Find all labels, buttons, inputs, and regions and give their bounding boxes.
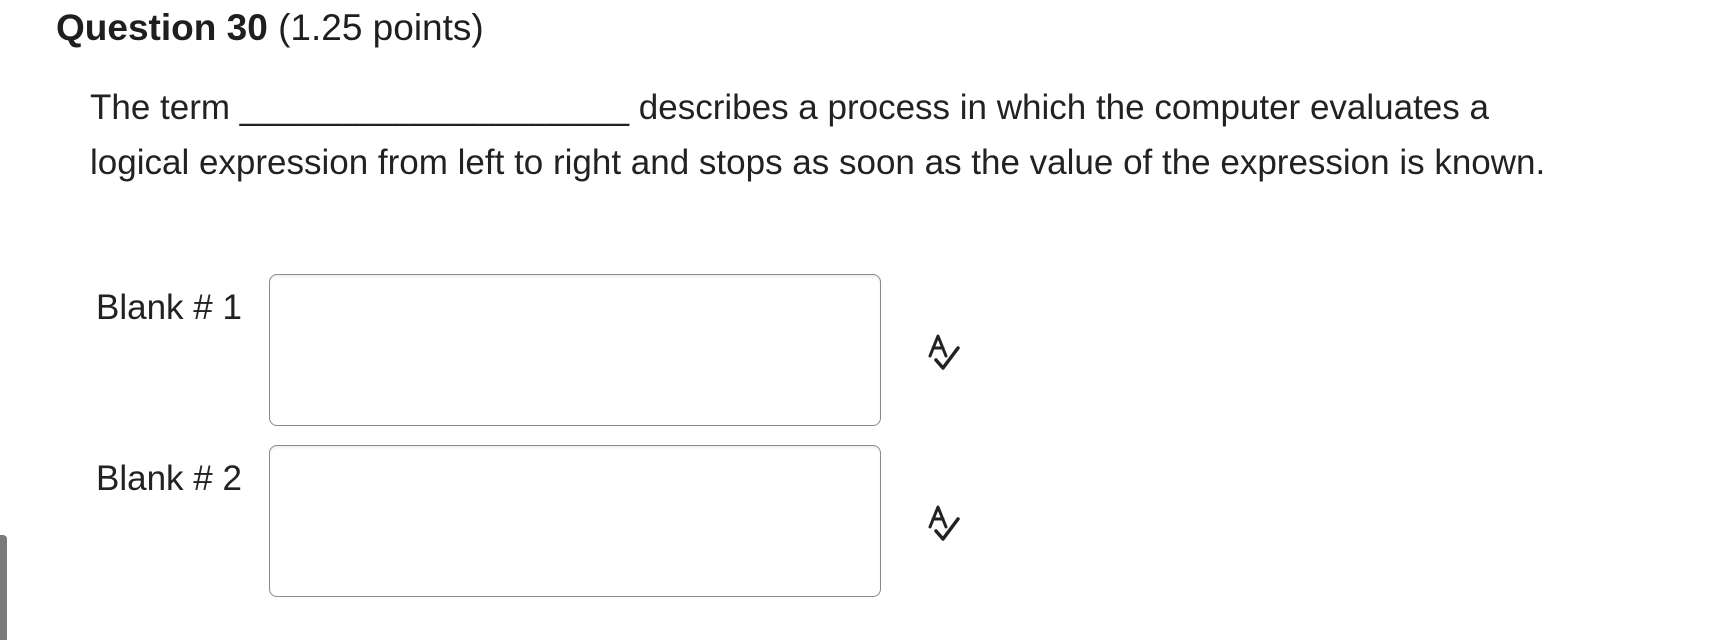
spell-check-icon[interactable] [924, 503, 968, 543]
scroll-indicator [0, 535, 7, 640]
question-points: (1.25 points) [278, 7, 484, 48]
spell-check-icon[interactable] [924, 332, 968, 372]
question-header: Question 30 (1.25 points) [56, 4, 484, 52]
question-text: The term ____________________ describes … [90, 88, 1546, 182]
blank-input-1[interactable] [269, 274, 881, 426]
blank-label-1: Blank # 1 [96, 288, 242, 327]
blank-input-2[interactable] [269, 445, 881, 597]
blank-label-2: Blank # 2 [96, 459, 242, 498]
question-title: Question 30 [56, 7, 268, 48]
